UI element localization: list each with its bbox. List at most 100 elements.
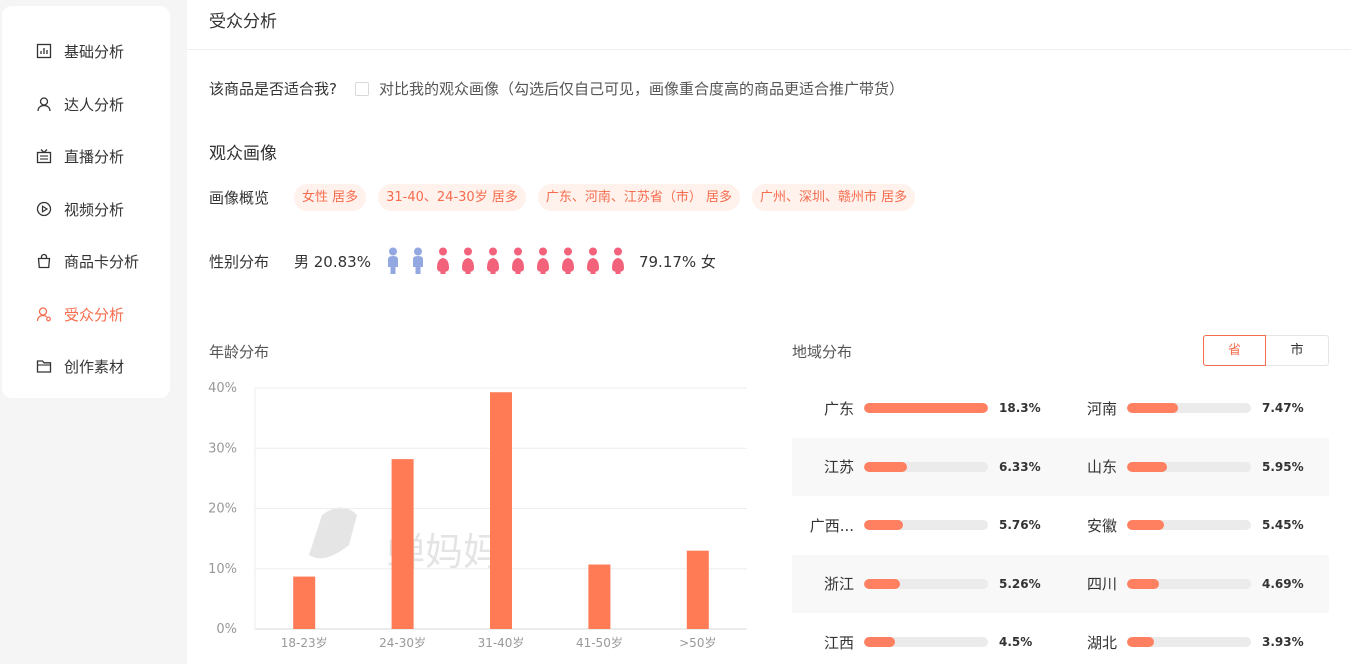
y-tick-label: 30% <box>208 441 237 456</box>
main-header: 受众分析 <box>187 0 1351 50</box>
audience-portrait-title: 观众画像 <box>209 144 277 164</box>
female-person-icon <box>506 246 531 276</box>
gender-label: 性别分布 <box>209 252 270 271</box>
compare-option-label[interactable]: 对比我的观众画像（勾选后仅自己可见，画像重合度高的商品更适合推广带货） <box>379 78 904 99</box>
male-person-icon <box>406 246 431 276</box>
region-name: 广西... <box>809 516 854 535</box>
toggle-city[interactable]: 市 <box>1266 335 1329 366</box>
region-name: 湖北 <box>1086 633 1117 652</box>
age-bar <box>391 459 414 629</box>
region-row: 广西... 5.76% 安徽 5.45% <box>792 496 1329 555</box>
region-item: 湖北 3.93% <box>1060 613 1328 664</box>
y-tick-label: 10% <box>208 562 237 577</box>
male-person-icon <box>381 246 406 276</box>
region-bar-track <box>1127 403 1251 414</box>
region-list: 广东 18.3% 河南 7.47% 江苏 6.33% 山东 5.95% 广西... 5.76% 安徽… <box>792 379 1329 664</box>
region-bar-fill <box>864 578 900 589</box>
sidebar-item-label: 创作素材 <box>64 357 125 376</box>
overview-tag: 女性 居多 <box>294 184 367 211</box>
audience-icon <box>35 305 53 323</box>
x-tick-label: >50岁 <box>679 635 716 650</box>
region-value: 5.76% <box>999 518 1041 533</box>
region-row: 江苏 6.33% 山东 5.95% <box>792 437 1329 497</box>
region-chart-title: 地域分布 <box>792 343 853 361</box>
gender-icons <box>381 246 631 276</box>
region-bar-fill <box>864 637 895 648</box>
compare-checkbox[interactable] <box>354 81 369 96</box>
portrait-overview: 画像概览 女性 居多 31-40、24-30岁 居多 广东、河南、江苏省（市） … <box>209 184 927 211</box>
female-percentage: 79.17% 女 <box>638 252 716 271</box>
region-bar-track <box>864 403 988 414</box>
female-person-icon <box>606 246 631 276</box>
region-level-toggle: 省 市 <box>1203 335 1329 366</box>
region-bar-track <box>1127 578 1251 589</box>
main-panel: 受众分析 该商品是否适合我? 对比我的观众画像（勾选后仅自己可见，画像重合度高的… <box>187 0 1351 664</box>
female-person-icon <box>556 246 581 276</box>
sidebar-item-label: 受众分析 <box>64 305 125 324</box>
region-value: 4.5% <box>999 635 1033 650</box>
x-tick-label: 31-40岁 <box>478 635 525 650</box>
region-bar-fill <box>1127 520 1164 531</box>
live-tv-icon <box>35 147 53 165</box>
region-bar-fill <box>1127 637 1154 648</box>
region-value: 6.33% <box>999 459 1041 474</box>
region-value: 4.69% <box>1262 576 1304 591</box>
region-value: 18.3% <box>999 401 1041 416</box>
region-name: 安徽 <box>1086 516 1117 535</box>
region-item: 山东 5.95% <box>1060 438 1328 497</box>
male-percentage: 男 20.83% <box>294 252 371 271</box>
overview-tag: 广州、深圳、赣州市 居多 <box>751 184 916 211</box>
female-person-icon <box>481 246 506 276</box>
region-bar-track <box>864 578 988 589</box>
region-bar-track <box>864 637 988 648</box>
bar-chart-icon <box>35 42 53 60</box>
sidebar-item-video-analysis[interactable]: 视频分析 <box>35 197 124 221</box>
female-person-icon <box>581 246 606 276</box>
region-item: 江苏 6.33% <box>792 438 1060 497</box>
toggle-province[interactable]: 省 <box>1203 335 1266 366</box>
overview-tag: 广东、河南、江苏省（市） 居多 <box>537 184 740 211</box>
region-item: 四川 4.69% <box>1060 555 1328 614</box>
region-name: 河南 <box>1086 399 1117 418</box>
region-item: 河南 7.47% <box>1060 379 1328 438</box>
age-bar <box>293 576 316 629</box>
folder-icon <box>35 357 53 375</box>
region-name: 山东 <box>1086 458 1117 477</box>
y-tick-label: 20% <box>208 502 237 517</box>
age-bar <box>588 564 611 629</box>
female-person-icon <box>431 246 456 276</box>
region-bar-fill <box>1127 461 1168 472</box>
sidebar: 基础分析 达人分析 直播分析 视频分析 商品卡分析 受众分析 创作素材 <box>2 6 170 398</box>
sidebar-item-creative-assets[interactable]: 创作素材 <box>35 354 124 378</box>
sidebar-item-audience-analysis[interactable]: 受众分析 <box>35 302 124 326</box>
sidebar-item-live-analysis[interactable]: 直播分析 <box>35 144 124 168</box>
sidebar-item-label: 直播分析 <box>64 147 125 166</box>
sidebar-item-product-card-analysis[interactable]: 商品卡分析 <box>35 249 139 273</box>
region-bar-track <box>1127 637 1251 648</box>
play-circle-icon <box>35 200 53 218</box>
region-bar-fill <box>1127 403 1178 414</box>
y-tick-label: 0% <box>216 622 237 637</box>
sidebar-item-label: 视频分析 <box>64 200 125 219</box>
y-tick-label: 40% <box>208 381 237 396</box>
region-row: 江西 4.5% 湖北 3.93% <box>792 613 1329 664</box>
region-item: 浙江 5.26% <box>792 555 1060 614</box>
region-item: 广西... 5.76% <box>792 496 1060 555</box>
region-bar-track <box>864 520 988 531</box>
age-bar <box>490 392 512 629</box>
region-value: 5.95% <box>1262 459 1304 474</box>
x-tick-label: 41-50岁 <box>576 635 623 650</box>
age-bar <box>686 550 709 629</box>
suitability-question: 该商品是否适合我? <box>209 80 337 98</box>
region-item: 广东 18.3% <box>792 379 1060 438</box>
sidebar-item-basic-analysis[interactable]: 基础分析 <box>35 39 124 63</box>
region-bar-track <box>1127 520 1251 531</box>
region-value: 7.47% <box>1262 401 1304 416</box>
age-chart-title: 年龄分布 <box>209 343 270 361</box>
region-name: 四川 <box>1086 575 1117 594</box>
region-name: 浙江 <box>823 575 854 594</box>
region-bar-fill <box>864 461 907 472</box>
sidebar-item-label: 商品卡分析 <box>64 252 140 271</box>
sidebar-item-influencer-analysis[interactable]: 达人分析 <box>35 92 124 116</box>
region-name: 江西 <box>823 633 854 652</box>
